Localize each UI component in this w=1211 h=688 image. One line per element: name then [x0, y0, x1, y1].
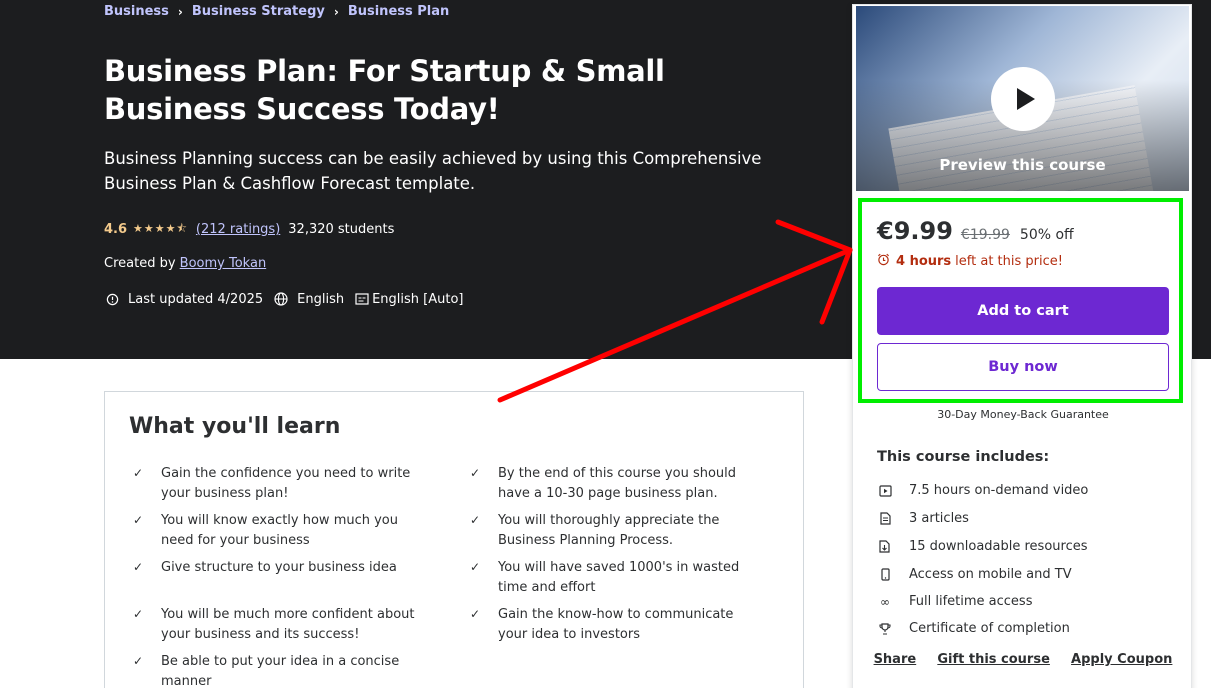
- check-icon: ✓: [470, 560, 481, 574]
- course-preview[interactable]: Preview this course: [856, 6, 1189, 191]
- video-icon: [877, 484, 893, 497]
- created-by-label: Created by: [104, 256, 176, 271]
- clock-alert-icon: [104, 291, 120, 307]
- include-text: 15 downloadable resources: [909, 539, 1088, 554]
- student-count: 32,320 students: [288, 222, 395, 237]
- gift-course-link[interactable]: Gift this course: [937, 652, 1050, 667]
- include-item: Certificate of completion: [877, 621, 1177, 636]
- rating-row: 4.6 ★★★★⯪ (212 ratings) 32,320 students: [104, 220, 394, 239]
- play-triangle: [1016, 88, 1035, 110]
- mobile-icon: [877, 568, 893, 581]
- buy-now-button[interactable]: Buy now: [877, 343, 1169, 391]
- learn-item-text: By the end of this course you should hav…: [498, 466, 737, 501]
- trophy-icon: [877, 622, 893, 635]
- author-link[interactable]: Boomy Tokan: [180, 256, 267, 271]
- globe-icon: [273, 291, 289, 307]
- last-updated-text: Last updated 4/2025: [128, 291, 264, 307]
- check-icon: ✓: [133, 513, 144, 527]
- include-text: Access on mobile and TV: [909, 567, 1072, 582]
- timer-text: left at this price!: [955, 254, 1063, 269]
- timer-hours: 4 hours: [896, 254, 952, 269]
- language: English: [273, 291, 344, 307]
- rating-value: 4.6: [104, 222, 128, 237]
- learn-item: ✓ You will thoroughly appreciate the Busi…: [466, 511, 766, 550]
- price-timer: 4 hours left at this price!: [877, 253, 1063, 270]
- learn-item: ✓ You will have saved 1000's in wasted ti…: [466, 558, 766, 597]
- chevron-right-icon: ›: [333, 4, 339, 19]
- include-text: 3 articles: [909, 511, 969, 526]
- check-icon: ✓: [133, 466, 144, 480]
- article-icon: [877, 512, 893, 525]
- course-meta: Last updated 4/2025 English English [Aut…: [104, 291, 474, 307]
- includes-title: This course includes:: [877, 449, 1050, 465]
- learn-item: ✓ You will be much more confident about y…: [129, 605, 429, 644]
- learn-item-text: Gain the confidence you need to write yo…: [161, 466, 411, 501]
- learn-item: ✓ Give structure to your business idea: [129, 558, 429, 578]
- captions-icon: [354, 291, 370, 307]
- learn-item-text: Give structure to your business idea: [161, 560, 397, 575]
- breadcrumb-business-plan[interactable]: Business Plan: [348, 4, 449, 19]
- check-icon: ✓: [470, 607, 481, 621]
- check-icon: ✓: [133, 607, 144, 621]
- last-updated: Last updated 4/2025: [104, 291, 263, 307]
- learn-item-text: Gain the know-how to communicate your id…: [498, 607, 734, 642]
- include-text: Certificate of completion: [909, 621, 1070, 636]
- include-item: ∞ Full lifetime access: [877, 594, 1177, 609]
- captions-text: English [Auto]: [372, 291, 464, 307]
- what-youll-learn: What you'll learn ✓ Gain the confidence y…: [104, 391, 804, 688]
- learn-item-text: You will have saved 1000's in wasted tim…: [498, 560, 740, 595]
- learn-item: ✓ You will know exactly how much you need…: [129, 511, 429, 550]
- course-title: Business Plan: For Startup & Small Busin…: [104, 54, 665, 126]
- alarm-clock-icon: [877, 253, 890, 270]
- money-back-guarantee: 30-Day Money-Back Guarantee: [937, 408, 1109, 421]
- learn-item: ✓ Gain the confidence you need to write y…: [129, 464, 429, 503]
- include-text: 7.5 hours on-demand video: [909, 483, 1089, 498]
- check-icon: ✓: [470, 513, 481, 527]
- preview-label: Preview this course: [939, 156, 1106, 174]
- captions: English [Auto]: [354, 291, 464, 307]
- breadcrumb: Business › Business Strategy › Business …: [104, 4, 449, 19]
- learn-item-text: You will know exactly how much you need …: [161, 513, 399, 548]
- check-icon: ✓: [470, 466, 481, 480]
- language-text: English: [297, 291, 345, 307]
- ratings-link[interactable]: (212 ratings): [196, 222, 280, 237]
- share-link[interactable]: Share: [874, 652, 917, 667]
- infinity-icon: ∞: [880, 594, 890, 609]
- include-item: 15 downloadable resources: [877, 539, 1177, 554]
- learn-item-text: Be able to put your idea in a concise ma…: [161, 654, 400, 688]
- include-item: 7.5 hours on-demand video: [877, 483, 1177, 498]
- apply-coupon-link[interactable]: Apply Coupon: [1071, 652, 1172, 667]
- purchase-card: Preview this course €9.99 €19.99 50% off…: [852, 4, 1192, 688]
- check-icon: ✓: [133, 654, 144, 668]
- course-subtitle: Business Planning success can be easily …: [104, 149, 762, 193]
- card-links: Share Gift this course Apply Coupon: [853, 652, 1193, 667]
- created-by: Created by Boomy Tokan: [104, 256, 266, 271]
- price-row: €9.99 €19.99 50% off: [877, 217, 1074, 245]
- learn-item: ✓ Be able to put your idea in a concise m…: [129, 652, 429, 688]
- include-item: 3 articles: [877, 511, 1177, 526]
- check-icon: ✓: [133, 560, 144, 574]
- include-item: Access on mobile and TV: [877, 567, 1177, 582]
- include-text: Full lifetime access: [909, 594, 1033, 609]
- current-price: €9.99: [877, 217, 953, 245]
- original-price: €19.99: [960, 227, 1010, 243]
- breadcrumb-business-strategy[interactable]: Business Strategy: [192, 4, 325, 19]
- star-rating-icon: ★★★★⯪: [133, 222, 188, 235]
- learn-item-text: You will be much more confident about yo…: [161, 607, 415, 642]
- play-icon[interactable]: [991, 67, 1055, 131]
- learn-item: ✓ Gain the know-how to communicate your i…: [466, 605, 766, 644]
- download-icon: [877, 540, 893, 553]
- add-to-cart-button[interactable]: Add to cart: [877, 287, 1169, 335]
- discount-percent: 50% off: [1019, 227, 1074, 243]
- learn-heading: What you'll learn: [129, 414, 341, 439]
- learn-item-text: You will thoroughly appreciate the Busin…: [498, 513, 720, 548]
- breadcrumb-business[interactable]: Business: [104, 4, 169, 19]
- learn-item: ✓ By the end of this course you should ha…: [466, 464, 766, 503]
- chevron-right-icon: ›: [177, 4, 183, 19]
